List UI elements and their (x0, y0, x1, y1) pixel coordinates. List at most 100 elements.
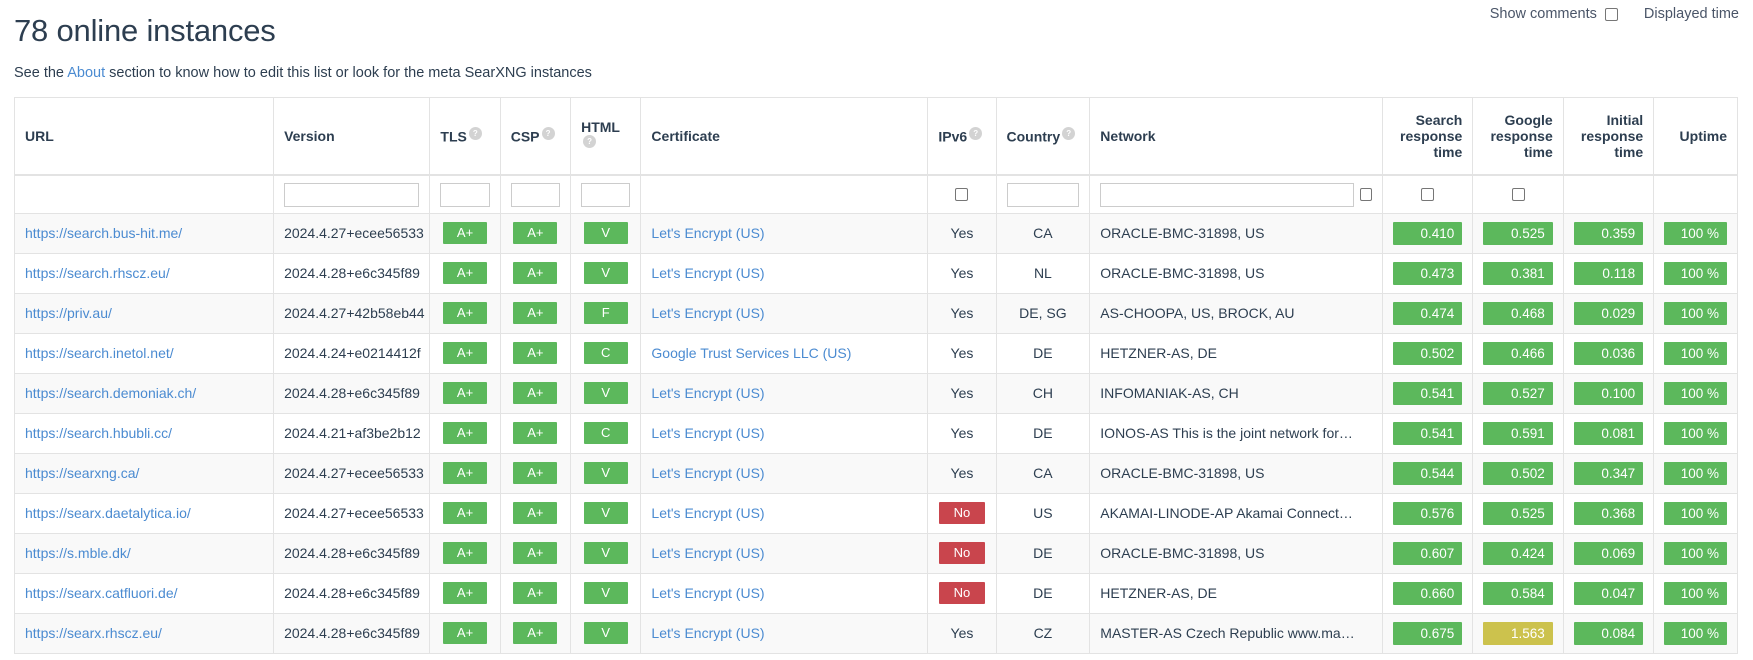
response-time-badge: 100 % (1664, 581, 1727, 605)
ipv6-badge: No (938, 502, 985, 525)
column-header-html[interactable]: HTML? (570, 96, 642, 177)
certificate-link[interactable]: Let's Encrypt (US) (651, 265, 764, 281)
help-icon[interactable]: ? (468, 127, 482, 141)
filter-cell-ipv6 (927, 174, 997, 214)
cell-csp: A+ (499, 212, 572, 254)
cell-country: DE (995, 412, 1091, 454)
instance-url-link[interactable]: https://search.demoniak.ch/ (25, 385, 196, 401)
help-icon[interactable]: ? (541, 127, 555, 141)
show-comments-checkbox[interactable] (1604, 7, 1618, 21)
instance-url-link[interactable]: https://s.mble.dk/ (25, 545, 131, 561)
cell-initial-response-time: 0.069 (1562, 532, 1655, 574)
instance-url-link[interactable]: https://search.rhscz.eu/ (25, 265, 170, 281)
filter-cell-csp (499, 174, 572, 214)
cell-version: 2024.4.24+e0214412f (273, 332, 431, 374)
cell-search-response-time: 0.473 (1381, 252, 1474, 294)
instance-url-link[interactable]: https://searxng.ca/ (25, 465, 139, 481)
column-header-country[interactable]: Country? (995, 96, 1091, 177)
column-header-network[interactable]: Network (1089, 96, 1383, 177)
column-header-ipv6[interactable]: IPv6? (927, 96, 997, 177)
help-icon[interactable]: ? (583, 135, 597, 149)
cell-csp: A+ (499, 332, 572, 374)
cell-html: F (570, 292, 642, 334)
subtitle-text-before: See the (14, 64, 68, 81)
filter-input-tls[interactable] (440, 182, 490, 207)
column-header-initial-response-time[interactable]: Initial response time (1562, 96, 1655, 177)
cell-network: ORACLE-BMC-31898, US (1089, 212, 1383, 254)
cell-uptime: 100 % (1653, 452, 1738, 494)
column-header-search-response-time[interactable]: Search response time (1381, 96, 1474, 177)
certificate-link[interactable]: Let's Encrypt (US) (651, 385, 764, 401)
filter-cell-initial-time (1562, 174, 1655, 214)
certificate-link[interactable]: Let's Encrypt (US) (651, 305, 764, 321)
instance-url-link[interactable]: https://searx.daetalytica.io/ (25, 505, 191, 521)
show-comments-option[interactable]: Show comments (1490, 6, 1618, 22)
table-body: https://search.bus-hit.me/2024.4.27+ecee… (13, 212, 1738, 654)
certificate-link[interactable]: Google Trust Services LLC (US) (651, 345, 851, 361)
cell-certificate: Let's Encrypt (US) (640, 412, 929, 454)
certificate-link[interactable]: Let's Encrypt (US) (651, 225, 764, 241)
column-header-google-response-time[interactable]: Google response time (1472, 96, 1564, 177)
cell-tls: A+ (429, 372, 501, 414)
table-row: https://search.rhscz.eu/2024.4.28+e6c345… (13, 252, 1738, 294)
cell-html: V (570, 532, 642, 574)
column-header-csp[interactable]: CSP? (499, 96, 572, 177)
filter-cell-country (995, 174, 1091, 214)
cell-ipv6: No (927, 572, 997, 614)
about-link[interactable]: About (67, 65, 105, 81)
help-icon[interactable]: ? (1062, 127, 1076, 141)
column-header-url[interactable]: URL (13, 96, 275, 177)
certificate-link[interactable]: Let's Encrypt (US) (651, 585, 764, 601)
filter-input-csp[interactable] (510, 182, 561, 207)
certificate-link[interactable]: Let's Encrypt (US) (651, 545, 764, 561)
cell-uptime: 100 % (1653, 212, 1738, 254)
filter-checkbox-search-time[interactable] (1421, 188, 1435, 201)
instance-url-link[interactable]: https://search.inetol.net/ (25, 345, 174, 361)
filter-input-country[interactable] (1006, 182, 1080, 207)
cell-network: INFOMANIAK-AS, CH (1089, 372, 1383, 414)
instance-url-link[interactable]: https://search.bus-hit.me/ (25, 225, 182, 241)
cell-initial-response-time: 0.368 (1562, 492, 1655, 534)
instance-url-link[interactable]: https://priv.au/ (25, 305, 112, 321)
cell-country: CA (995, 212, 1091, 254)
ipv6-value: Yes (950, 625, 974, 642)
filter-input-network[interactable] (1100, 182, 1354, 207)
cell-version: 2024.4.28+e6c345f89 (273, 252, 431, 294)
column-header-certificate[interactable]: Certificate (640, 96, 929, 177)
cell-ipv6: Yes (927, 612, 997, 654)
cell-network: ORACLE-BMC-31898, US (1089, 532, 1383, 574)
cell-search-response-time: 0.544 (1381, 452, 1474, 494)
column-header-uptime[interactable]: Uptime (1653, 96, 1738, 177)
filter-input-version[interactable] (284, 182, 420, 207)
cell-google-response-time: 0.525 (1472, 492, 1564, 534)
column-header-tls[interactable]: TLS? (429, 96, 501, 177)
instance-url-link[interactable]: https://searx.catfluori.de/ (25, 585, 178, 601)
certificate-link[interactable]: Let's Encrypt (US) (651, 465, 764, 481)
ipv6-value: Yes (950, 385, 974, 402)
cell-csp: A+ (499, 612, 572, 654)
help-icon[interactable]: ? (969, 127, 983, 141)
instance-url-link[interactable]: https://searx.rhscz.eu/ (25, 625, 162, 641)
response-time-badge: 0.424 (1483, 541, 1553, 565)
cell-country: DE (995, 572, 1091, 614)
filter-checkbox-network[interactable] (1359, 188, 1372, 201)
column-header-version[interactable]: Version (273, 96, 431, 177)
certificate-link[interactable]: Let's Encrypt (US) (651, 625, 764, 641)
certificate-link[interactable]: Let's Encrypt (US) (651, 425, 764, 441)
filter-input-html[interactable] (581, 182, 631, 207)
grade-badge: A+ (513, 262, 558, 285)
grade-badge: A+ (443, 262, 488, 285)
cell-initial-response-time: 0.359 (1562, 212, 1655, 254)
instance-url-link[interactable]: https://search.hbubli.cc/ (25, 425, 172, 441)
cell-network: HETZNER-AS, DE (1089, 332, 1383, 374)
grade-badge: F (583, 302, 628, 325)
cell-certificate: Let's Encrypt (US) (640, 452, 929, 494)
ipv6-value: Yes (950, 425, 974, 442)
filter-checkbox-google-time[interactable] (1511, 188, 1525, 201)
cell-google-response-time: 0.584 (1472, 572, 1564, 614)
filter-checkbox-ipv6[interactable] (955, 188, 969, 201)
certificate-link[interactable]: Let's Encrypt (US) (651, 505, 764, 521)
grade-badge: A+ (513, 542, 558, 565)
cell-network: MASTER-AS Czech Republic www.ma… (1089, 612, 1383, 654)
cell-google-response-time: 1.563 (1472, 612, 1564, 654)
